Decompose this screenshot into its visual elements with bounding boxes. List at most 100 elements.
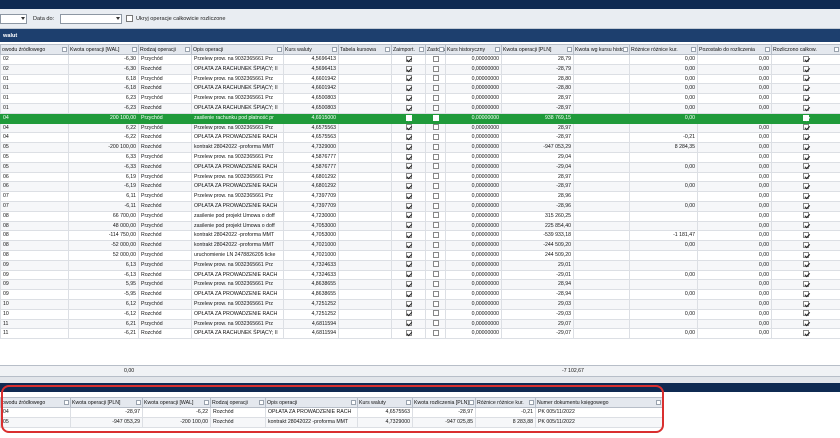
cell-settled[interactable] [771, 230, 840, 242]
checked-checkbox-icon[interactable] [405, 163, 412, 170]
cell-settled[interactable] [771, 200, 840, 212]
cell-settled[interactable] [771, 112, 840, 124]
column-header-6[interactable]: Zaimport. [391, 44, 426, 55]
filter-dropdown-icon[interactable] [439, 47, 444, 52]
checked-checkbox-icon[interactable] [405, 251, 412, 258]
cell-imported[interactable] [391, 191, 426, 202]
filter-dropdown-icon[interactable] [277, 47, 282, 52]
checked-checkbox-icon[interactable] [405, 143, 412, 150]
filter-dropdown-icon[interactable] [351, 400, 356, 405]
checked-checkbox-icon[interactable] [803, 55, 809, 62]
cell-settled[interactable] [771, 240, 840, 251]
checked-checkbox-icon[interactable] [405, 94, 412, 101]
checked-checkbox-icon[interactable] [803, 85, 809, 92]
cell-apply[interactable] [425, 279, 446, 291]
column-header-2[interactable]: Rodzaj operacji [138, 44, 192, 55]
cell-imported[interactable] [391, 112, 426, 124]
unchecked-checkbox-icon[interactable] [432, 173, 439, 180]
unchecked-checkbox-icon[interactable] [432, 75, 439, 82]
cell-imported[interactable] [391, 249, 426, 261]
cell-apply[interactable] [425, 308, 446, 320]
checked-checkbox-icon[interactable] [405, 330, 412, 337]
filter-dropdown-icon[interactable] [259, 400, 264, 405]
unchecked-checkbox-icon[interactable] [432, 153, 439, 160]
checked-checkbox-icon[interactable] [803, 222, 809, 229]
cell-imported[interactable] [391, 220, 426, 232]
cell-apply[interactable] [425, 83, 446, 95]
table-row[interactable]: 04 6,22 Przychód Przelew prow. na 903236566… [0, 122, 840, 134]
table-row[interactable]: 01 -6,18 Rozchód OPŁATA ZA RACHUNEK ŚPIĄCY;… [0, 83, 840, 95]
hide-settled-checkbox[interactable] [126, 15, 133, 22]
cell-imported[interactable] [391, 200, 426, 212]
filter-dropdown-icon[interactable] [529, 400, 534, 405]
cell-imported[interactable] [391, 93, 426, 104]
cell-apply[interactable] [425, 122, 446, 134]
filter-dropdown-icon[interactable] [132, 47, 137, 52]
table-row[interactable]: 08 -52 000,00 Rozchód kontrakt 28042022 -pr… [0, 240, 840, 251]
table-row[interactable]: 01 6,23 Przychód Przelew prow. na 903236566… [0, 93, 840, 104]
cell-apply[interactable] [425, 230, 446, 242]
cell-settled[interactable] [771, 259, 840, 271]
cell-apply[interactable] [425, 289, 446, 300]
table-row[interactable]: 09 6,13 Przychód Przelew prow. na 903236566… [0, 259, 840, 271]
cell-imported[interactable] [391, 230, 426, 242]
filter-dropdown-icon[interactable] [495, 47, 500, 52]
unchecked-checkbox-icon[interactable] [432, 281, 439, 288]
cell-apply[interactable] [425, 249, 446, 261]
table-row[interactable]: 07 6,11 Przychód Przelew prow. na 903236566… [0, 191, 840, 202]
checked-checkbox-icon[interactable] [803, 192, 809, 199]
cell-settled[interactable] [771, 279, 840, 291]
unchecked-checkbox-icon[interactable] [432, 183, 439, 190]
unchecked-checkbox-icon[interactable] [432, 251, 439, 258]
cell-imported[interactable] [391, 240, 426, 251]
settlement-column-header-6[interactable]: Kwota rozliczenia [PLN] [412, 397, 476, 408]
checked-checkbox-icon[interactable] [405, 192, 412, 199]
cell-imported[interactable] [391, 181, 426, 193]
filter-dropdown-icon[interactable] [64, 400, 69, 405]
cell-imported[interactable] [391, 63, 426, 75]
checked-checkbox-icon[interactable] [405, 104, 412, 111]
table-row[interactable]: 08 52 000,00 Przychód uruchomienie LN 24788… [0, 249, 840, 261]
cell-apply[interactable] [425, 181, 446, 193]
checked-checkbox-icon[interactable] [405, 281, 412, 288]
table-row[interactable]: 05 -947 053,29 -200 100,00 Rozchód kontrakt … [0, 416, 663, 428]
checked-checkbox-icon[interactable] [803, 75, 809, 82]
column-header-7[interactable]: Zastosuj [425, 44, 446, 55]
unchecked-checkbox-icon[interactable] [432, 330, 439, 337]
checked-checkbox-icon[interactable] [803, 134, 809, 141]
checked-checkbox-icon[interactable] [405, 65, 412, 72]
cell-settled[interactable] [771, 54, 840, 65]
table-row[interactable]: 08 48 000,00 Przychód zasilenie pod projekt… [0, 220, 840, 232]
checked-checkbox-icon[interactable] [405, 310, 412, 317]
cell-settled[interactable] [771, 93, 840, 104]
cell-apply[interactable] [425, 63, 446, 75]
cell-imported[interactable] [391, 308, 426, 320]
cell-apply[interactable] [425, 102, 446, 114]
cell-settled[interactable] [771, 308, 840, 320]
checked-checkbox-icon[interactable] [803, 202, 809, 209]
settlement-column-header-5[interactable]: Kurs waluty [357, 397, 413, 408]
cell-apply[interactable] [425, 191, 446, 202]
unchecked-checkbox-icon[interactable] [432, 192, 439, 199]
cell-apply[interactable] [425, 200, 446, 212]
table-row[interactable]: 10 -6,12 Rozchód OPŁATA ZA PROWADZENIE RACH… [0, 308, 840, 320]
checked-checkbox-icon[interactable] [803, 251, 809, 258]
checked-checkbox-icon[interactable] [803, 173, 809, 180]
filter-dropdown-icon[interactable] [765, 47, 770, 52]
cell-imported[interactable] [391, 142, 426, 153]
checked-checkbox-icon[interactable] [803, 290, 809, 297]
unchecked-checkbox-icon[interactable] [432, 212, 439, 219]
table-row[interactable]: 09 -6,13 Rozchód OPŁATA ZA PROWADZENIE RACH… [0, 269, 840, 281]
settlement-column-header-7[interactable]: Różnice różnice kur. [475, 397, 536, 408]
checked-checkbox-icon[interactable] [405, 55, 412, 62]
checked-checkbox-icon[interactable] [803, 94, 809, 101]
filter-dropdown-icon[interactable] [204, 400, 209, 405]
unchecked-checkbox-icon[interactable] [432, 163, 439, 170]
table-row[interactable]: 11 6,21 Przychód Przelew prow. na 903236566… [0, 318, 840, 330]
cell-settled[interactable] [771, 249, 840, 261]
filter-dropdown-icon[interactable] [567, 47, 572, 52]
table-row[interactable]: 05 -200 100,00 Rozchód kontrakt 28042022 -p… [0, 142, 840, 153]
filter-dropdown-icon[interactable] [185, 47, 190, 52]
cell-settled[interactable] [771, 83, 840, 95]
cell-settled[interactable] [771, 181, 840, 193]
